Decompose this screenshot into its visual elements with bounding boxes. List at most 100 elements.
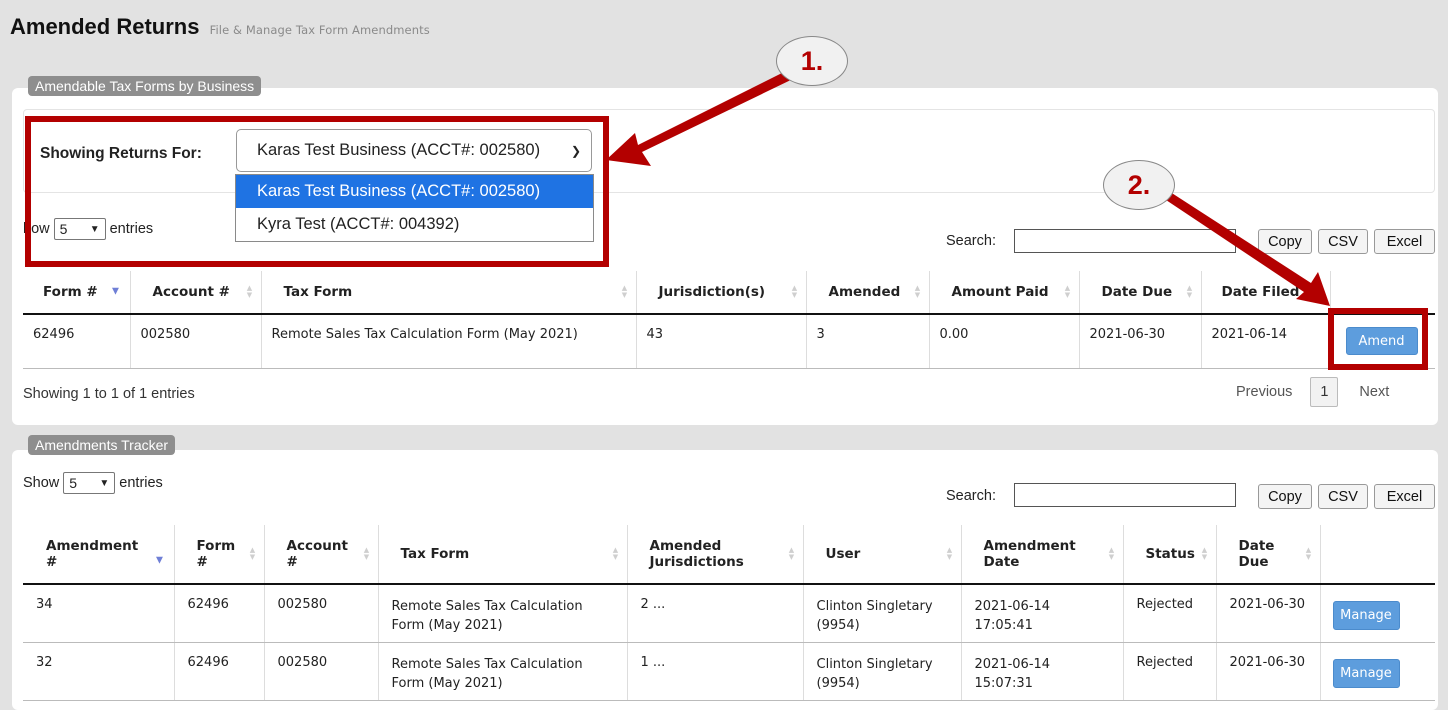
cell-action: Amend [1330, 314, 1435, 369]
cell-date-due: 2021-06-30 [1216, 584, 1321, 643]
col-tax-form[interactable]: Tax Form ▲ ▼ [261, 271, 637, 315]
col-user[interactable]: User ▲ ▼ [803, 525, 962, 585]
col-label: Tax Form [400, 546, 470, 562]
sort-icon: ▲ ▼ [914, 284, 921, 299]
col-label: User [825, 546, 861, 562]
cell-action: Manage [1320, 642, 1435, 701]
entries-label: entries [109, 221, 154, 237]
cell-tax-form: Remote Sales Tax Calculation Form (May 20… [378, 584, 628, 643]
tax-form-line: Form (May 2021) [391, 675, 503, 691]
cell-account-number: 002580 [130, 314, 262, 369]
previous-button[interactable]: Previous [1236, 384, 1292, 400]
table-row: 32 62496 002580 Remote Sales Tax Calcula… [23, 642, 1435, 701]
sort-icon: ▲ ▼ [249, 546, 256, 561]
col-label: Date [1238, 538, 1275, 554]
manage-button[interactable]: Manage [1332, 601, 1400, 630]
cell-amended-jurisdictions: 2 ... [627, 584, 804, 643]
amendment-time: 17:05:41 [974, 618, 1033, 633]
entries-length-control: Show 5 ▼ entries [23, 472, 163, 494]
cell-amendment-number: 32 [23, 642, 175, 701]
sort-icon: ▲ ▼ [621, 284, 628, 299]
user-id: (9954) [816, 675, 860, 691]
col-account-number[interactable]: Account # ▲ ▼ [264, 525, 379, 585]
amendment-time: 15:07:31 [974, 675, 1033, 691]
col-form-number[interactable]: Form # ▼ [23, 271, 131, 315]
col-jurisdictions[interactable]: Jurisdiction(s) ▲ ▼ [636, 271, 807, 315]
col-date-due[interactable]: Date Due ▲ ▼ [1079, 271, 1202, 315]
amendments-tracker-legend: Amendments Tracker [28, 435, 176, 455]
col-amendment-number[interactable]: Amendment # ▼ [23, 525, 175, 585]
cell-date-filed: 2021-06-14 [1201, 314, 1331, 369]
cell-user: Clinton Singletary (9954) [803, 642, 962, 701]
col-date-filed[interactable]: Date Filed ▲ ▼ [1201, 271, 1331, 315]
col-label: Amended [828, 284, 901, 300]
col-label: Account [286, 538, 348, 554]
excel-button[interactable]: Excel [1374, 484, 1435, 509]
table-info: Showing 1 to 1 of 1 entries [23, 386, 195, 402]
col-action [1320, 525, 1435, 585]
cell-user: Clinton Singletary (9954) [803, 584, 962, 643]
manage-button[interactable]: Manage [1332, 658, 1400, 688]
sort-icon: ▲ ▼ [791, 284, 798, 299]
sort-icon: ▲ ▼ [1064, 284, 1071, 299]
cell-amendment-date: 2021-06-14 17:05:41 [961, 584, 1124, 643]
cell-form-number: 62496 [174, 584, 265, 643]
cell-date-due: 2021-06-30 [1216, 642, 1321, 701]
page-1-button[interactable]: 1 [1310, 377, 1339, 407]
pagination: Previous 1 Next [1236, 377, 1389, 407]
page-title: Amended Returns File & Manage Tax Form A… [10, 14, 430, 40]
copy-button[interactable]: Copy [1258, 484, 1312, 509]
cell-account-number: 002580 [264, 584, 379, 643]
sort-desc-icon: ▼ [112, 286, 119, 297]
sort-icon: ▲ ▼ [1201, 546, 1208, 561]
excel-button[interactable]: Excel [1374, 229, 1435, 254]
search-input[interactable] [1014, 229, 1236, 253]
search-input[interactable] [1014, 483, 1236, 507]
csv-button[interactable]: CSV [1318, 484, 1368, 509]
user-name: Clinton Singletary [816, 656, 933, 672]
search-label: Search: [946, 488, 996, 504]
col-label: Amount Paid [951, 284, 1049, 300]
col-amount-paid[interactable]: Amount Paid ▲ ▼ [929, 271, 1080, 315]
col-form-number[interactable]: Form # ▲ ▼ [174, 525, 265, 585]
chevron-down-icon: ❯ [570, 143, 581, 158]
col-label: Form [196, 538, 236, 554]
copy-button[interactable]: Copy [1258, 229, 1312, 254]
col-amended[interactable]: Amended ▲ ▼ [806, 271, 930, 315]
col-label: Amended [649, 538, 722, 554]
amend-button[interactable]: Amend [1345, 327, 1418, 355]
business-select[interactable]: Karas Test Business (ACCT#: 002580) ❯ [236, 129, 592, 172]
col-date-due[interactable]: Date Due ▲ ▼ [1216, 525, 1321, 585]
business-option[interactable]: Kyra Test (ACCT#: 004392) [236, 208, 593, 241]
annotation-step-1: 1. [776, 36, 848, 86]
col-label: Jurisdiction(s) [658, 284, 766, 300]
col-amendment-date[interactable]: Amendment Date ▲ ▼ [961, 525, 1124, 585]
col-label: # [196, 554, 208, 570]
tax-form-line: Form (May 2021) [391, 618, 503, 633]
business-option[interactable]: Karas Test Business (ACCT#: 002580) [236, 175, 593, 208]
csv-button[interactable]: CSV [1318, 229, 1368, 254]
business-select-value: Karas Test Business (ACCT#: 002580) [257, 141, 541, 159]
next-button[interactable]: Next [1359, 384, 1389, 400]
business-dropdown-list: Karas Test Business (ACCT#: 002580) Kyra… [235, 174, 594, 242]
cell-status: Rejected [1123, 584, 1217, 643]
col-label: Date Filed [1221, 284, 1300, 300]
col-tax-form[interactable]: Tax Form ▲ ▼ [378, 525, 628, 585]
table-row: 34 62496 002580 Remote Sales Tax Calcula… [23, 584, 1435, 643]
entries-length-control: how 5 ▼ entries [23, 218, 153, 240]
col-label: Amendment [46, 538, 139, 554]
col-label: Account # [152, 284, 230, 300]
col-label: # [46, 554, 58, 570]
cell-amended-jurisdictions: 1 ... [627, 642, 804, 701]
sort-icon: ▲ ▼ [946, 546, 953, 561]
col-amended-jurisdictions[interactable]: Amended Jurisdictions ▲ ▼ [627, 525, 804, 585]
show-label: how [23, 221, 50, 237]
col-account-number[interactable]: Account # ▲ ▼ [130, 271, 262, 315]
entries-select[interactable]: 5 ▼ [63, 472, 116, 494]
cell-amount-paid: 0.00 [929, 314, 1080, 369]
cell-amended: 3 [806, 314, 930, 369]
col-status[interactable]: Status ▲ ▼ [1123, 525, 1217, 585]
cell-date-due: 2021-06-30 [1079, 314, 1202, 369]
chevron-down-icon: ▼ [89, 223, 100, 235]
entries-select[interactable]: 5 ▼ [53, 218, 106, 240]
